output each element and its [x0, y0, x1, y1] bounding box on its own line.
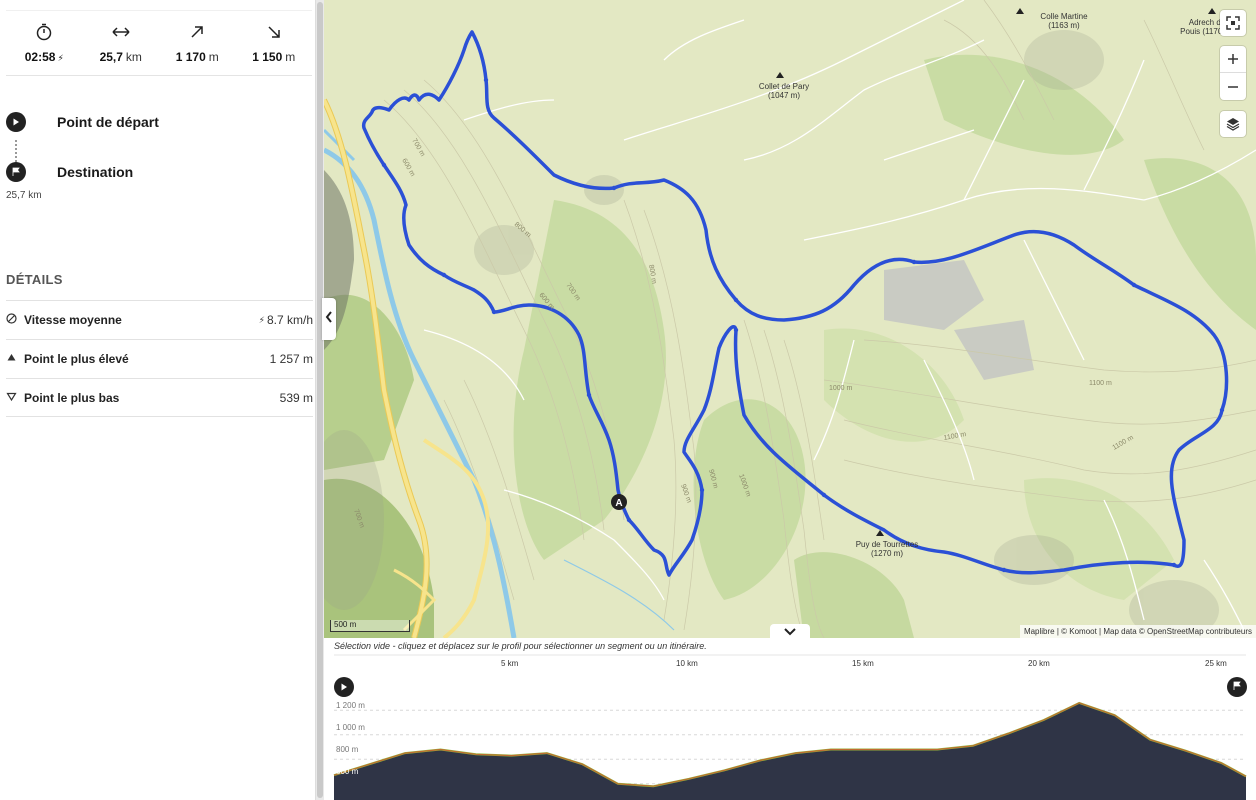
- elevation-y-tick: 600 m: [336, 767, 359, 776]
- peak-puy-de-tourrettes: Puy de Tourrettes (1270 m): [855, 540, 919, 558]
- chevron-left-icon: [325, 310, 333, 328]
- stat-duration-value: 02:58: [24, 50, 56, 64]
- descent-icon: [264, 22, 284, 42]
- toggle-elevation-button[interactable]: [770, 624, 810, 639]
- elevation-x-tick: 25 km: [1205, 659, 1227, 668]
- route-sidebar: 02:58 ⚡ 25,7 km 1 170 m 1 150 m Point de dép…: [0, 0, 316, 800]
- stat-descent: 1 150 m: [236, 11, 313, 75]
- detail-average-speed: Vitesse moyenne ⚡ 8.7 km/h: [6, 300, 313, 339]
- ascent-icon: [187, 22, 207, 42]
- stat-descent-unit: m: [285, 50, 296, 64]
- waypoint-connector: [15, 140, 17, 162]
- svg-text:1000 m: 1000 m: [829, 385, 853, 392]
- scrollbar-thumb[interactable]: [317, 2, 323, 798]
- stat-ascent-unit: m: [208, 50, 219, 64]
- profile-end-button[interactable]: [1227, 677, 1247, 697]
- layers-button[interactable]: [1220, 111, 1246, 137]
- stat-ascent-value: 1 170: [175, 50, 206, 64]
- stat-descent-value: 1 150: [252, 50, 283, 64]
- elevation-x-tick: 15 km: [852, 659, 874, 668]
- layers-icon: [1226, 117, 1240, 131]
- speed-icon: [6, 313, 17, 327]
- stat-distance: 25,7 km: [83, 11, 160, 75]
- map-scale: 500 m: [330, 620, 410, 632]
- peak-colle-martine: Colle Martine (1163 m): [1040, 12, 1088, 30]
- detail-average-speed-value: 8.7 km/h: [266, 313, 313, 327]
- detail-highest-point: Point le plus élevé 1 257 m: [6, 339, 313, 378]
- stat-duration: 02:58 ⚡: [6, 11, 83, 75]
- elevation-profile[interactable]: [324, 638, 1256, 800]
- elevation-x-tick: 20 km: [1028, 659, 1050, 668]
- total-distance: 25,7 km: [6, 190, 42, 201]
- map-attribution[interactable]: Maplibre | © Komoot | Map data © OpenStr…: [1019, 625, 1256, 638]
- chevron-down-icon: [784, 623, 796, 641]
- bolt-icon: ⚡: [258, 314, 265, 325]
- elevation-panel[interactable]: [324, 638, 1256, 800]
- elevation-hint: Sélection vide - cliquez et déplacez sur…: [334, 641, 707, 651]
- start-marker-label: A: [615, 498, 622, 509]
- minus-icon: [1228, 85, 1238, 88]
- fullscreen-icon: [1226, 16, 1240, 30]
- sidebar-scrollbar[interactable]: [316, 0, 324, 800]
- details-title: DÉTAILS: [6, 272, 63, 287]
- map-canvas[interactable]: A 700 m 600 m 800 m 600 m 700 m 800 m 90…: [324, 0, 1256, 638]
- detail-lowest-point: Point le plus bas 539 m: [6, 378, 313, 417]
- detail-lowest-point-value: 539 m: [279, 390, 313, 405]
- stat-distance-unit: km: [125, 50, 142, 64]
- elevation-x-tick: 10 km: [676, 659, 698, 668]
- waypoint-start[interactable]: Point de départ: [6, 112, 159, 132]
- waypoint-destination-label: Destination: [57, 164, 134, 180]
- stat-distance-value: 25,7: [99, 50, 123, 64]
- elevation-y-tick: 800 m: [336, 745, 359, 754]
- detail-average-speed-label: Vitesse moyenne: [24, 313, 122, 327]
- play-icon: [340, 678, 348, 696]
- elevation-y-tick: 1 000 m: [336, 723, 365, 732]
- waypoint-start-label: Point de départ: [57, 114, 159, 130]
- stopwatch-icon: [34, 22, 54, 42]
- elevation-area: [334, 702, 1246, 800]
- collapse-sidebar-button[interactable]: [322, 298, 336, 340]
- flag-icon: [6, 162, 26, 182]
- svg-text:1100 m: 1100 m: [1089, 380, 1112, 387]
- zoom-in-button[interactable]: [1220, 46, 1246, 73]
- play-icon: [6, 112, 26, 132]
- plus-icon: [1228, 54, 1238, 64]
- elevation-y-tick: 1 200 m: [336, 701, 365, 710]
- detail-highest-point-value: 1 257 m: [269, 352, 313, 366]
- bolt-icon: ⚡: [57, 53, 64, 63]
- detail-highest-point-label: Point le plus élevé: [24, 352, 129, 366]
- detail-lowest-point-label: Point le plus bas: [24, 390, 120, 405]
- highest-point-icon: [6, 352, 17, 366]
- peak-collet-de-pary: Collet de Pary (1047 m): [758, 82, 810, 100]
- zoom-out-button[interactable]: [1220, 73, 1246, 100]
- lowest-point-icon: [6, 391, 17, 405]
- zoom-controls: [1220, 46, 1246, 100]
- fullscreen-button[interactable]: [1220, 10, 1246, 36]
- waypoint-destination[interactable]: Destination: [6, 162, 133, 182]
- flag-icon: [1232, 678, 1242, 696]
- distance-icon: [111, 22, 131, 42]
- profile-start-button[interactable]: [334, 677, 354, 697]
- route-stats: 02:58 ⚡ 25,7 km 1 170 m 1 150 m: [6, 10, 312, 76]
- stat-ascent: 1 170 m: [159, 11, 236, 75]
- elevation-x-tick: 5 km: [501, 659, 519, 668]
